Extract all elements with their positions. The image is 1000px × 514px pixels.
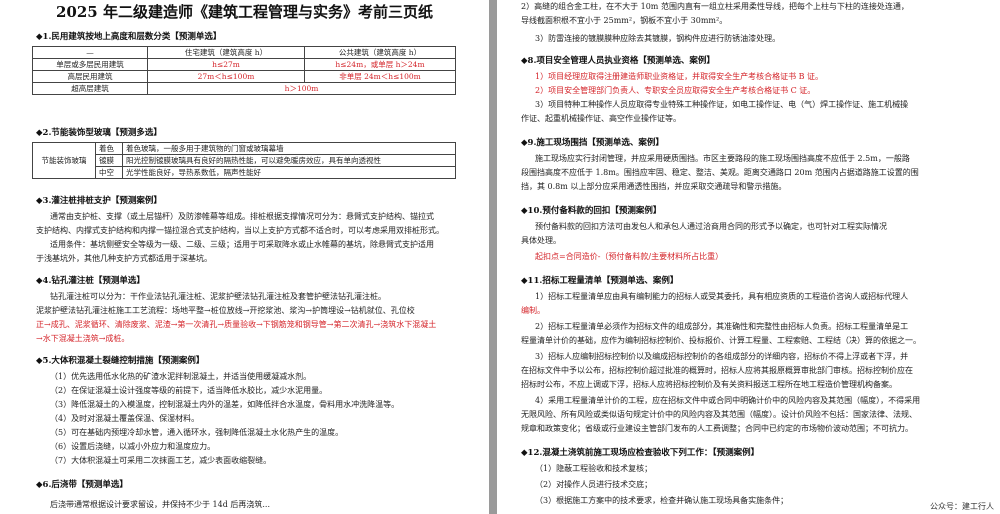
table-cell: 高层民用建筑 bbox=[32, 70, 148, 83]
s11-line: 1）招标工程量清单应由具有编制能力的招标人或受其委托，具有相应资质的工程造价咨询… bbox=[535, 292, 909, 301]
glass-table: 节能装饰玻璃 着色 着色玻璃，一般多用于建筑物的门窗或玻璃幕墙 镀膜 阳光控制镀… bbox=[32, 142, 456, 179]
s3-line: 支护结构、内撑式支护结构和内撑一锚拉混合式支护结构，当以上支护方式都不适合时，可… bbox=[36, 226, 444, 235]
table-cell: 住宅建筑（建筑高度 h） bbox=[147, 46, 305, 59]
s4-line: 钻孔灌注桩可以分为：干作业法钻孔灌注桩、泥浆护壁法钻孔灌注桩及套管护壁法钻孔灌注… bbox=[50, 292, 386, 301]
table-cell: h＞100m bbox=[147, 82, 456, 95]
s10-line: 起扣点=合同造价-（预付备料款/主要材料所占比重） bbox=[535, 252, 724, 261]
table-row: 超高层建筑 h＞100m bbox=[32, 82, 456, 95]
s11-line: 2）招标工程量清单必须作为招标文件的组成部分，其准确性和完整性由招标人负责。招标… bbox=[535, 322, 909, 331]
left-page: 2025 年二级建造师《建筑工程管理与实务》考前三页纸 ◆1.民用建筑按地上高度… bbox=[0, 0, 489, 514]
s5-item: （6）设置后浇缝，以减小外应力和温度应力。 bbox=[50, 442, 216, 451]
s3-line: 通常由支护桩、支撑（或土层锚杆）及防渗帷幕等组成。排桩根据支撑情况可分为：悬臂式… bbox=[50, 212, 434, 221]
s12-item: （2）对操作人员进行技术交底； bbox=[535, 480, 653, 489]
s5-item: （2）在保证混凝土设计强度等级的前提下，适当降低水胶比，减少水泥用量。 bbox=[50, 386, 328, 395]
s11-line: 程量清单计价的基础，应作为编制招标控制价、投标报价、计算工程量、工程索赔、工程结… bbox=[521, 336, 921, 345]
s8-item: 1）项目经理应取得注册建造师职业资格证，并取得安全生产考核合格证书 B 证。 bbox=[535, 72, 824, 81]
table-cell: — bbox=[32, 46, 148, 59]
s5-item: （4）及时对混凝土覆盖保温、保湿材料。 bbox=[50, 414, 200, 423]
height-class-table: — 住宅建筑（建筑高度 h） 公共建筑（建筑高度 h） 单层或多层民用建筑 h≤… bbox=[32, 46, 456, 95]
s4-line: →水下混凝土浇筑→成桩。 bbox=[36, 334, 130, 343]
s11-line: 无限风险、所有风险或类似语句规定计价中的风险内容及其范围（幅度）。设计价风险不包… bbox=[521, 410, 917, 419]
s11-line: 3）招标人应编制招标控制价以及编成招标控制价的各组成部分的详细内容，招标价不得上… bbox=[535, 352, 909, 361]
s11-line: 招标时公布，不应上调或下浮，招标人应将招标控制价及有关资料报送工程所在地工程造价… bbox=[521, 380, 897, 389]
page-title: 2025 年二级建造师《建筑工程管理与实务》考前三页纸 bbox=[56, 3, 433, 21]
s9-line: 段围挡高度不应低于 1.8m。围挡应牢固、稳定、整洁、美观。距离交通路口 20m… bbox=[521, 168, 919, 177]
s10-line: 具体处理。 bbox=[521, 236, 561, 245]
s5-item: （5）可在基础内预埋冷却水管，通入循环水，强制降低混凝土水化热产生的温度。 bbox=[50, 428, 344, 437]
right-page: 2）高缝的组合金工柱，在不大于 10m 范围内直有一组立柱采用柔性导线，把每个上… bbox=[497, 0, 1000, 514]
watermark-text: 公众号：建工行人 bbox=[930, 502, 994, 511]
s8-item: 3）项目特种工种操作人员应取得专业特殊工种操作证，如电工操作证、电（气）焊工操作… bbox=[535, 100, 909, 109]
s1-heading: ◆1.民用建筑按地上高度和层数分类【预测单选】 bbox=[36, 32, 222, 42]
s5-item: （7）大体积混凝土可采用二次抹面工艺，减少表面收缩裂缝。 bbox=[50, 456, 272, 465]
s11-heading: ◆11.招标工程量清单【预测单选、案例】 bbox=[521, 276, 679, 286]
table-cell: 公共建筑（建筑高度 h） bbox=[304, 46, 456, 59]
s3-line: 适用条件：基坑侧壁安全等级为一级、二级、三级；适用于可采取降水或止水帷幕的基坑，… bbox=[50, 240, 434, 249]
s5-heading: ◆5.大体积混凝土裂缝控制措施【预测案例】 bbox=[36, 356, 205, 366]
s9-line: 施工现场应实行封闭管理，并应采用硬质围挡。市区主要路段的施工现场围挡高度不应低于… bbox=[535, 154, 910, 163]
table-row: 高层民用建筑 27m＜h≤100m 非单层 24m＜h≤100m bbox=[32, 70, 456, 83]
s11-line: 在招标文件中予以公布，招标控制价超过批准的概算时，招标人应将其报原概算审批部门审… bbox=[521, 366, 913, 375]
s2-heading: ◆2.节能装饰型玻璃【预测多选】 bbox=[36, 128, 162, 138]
table-cell: 中空 bbox=[95, 166, 123, 179]
table-cell: 阳光控制镀膜玻璃具有良好的隔热性能，可以避免暖房效应，具有单向透视性 bbox=[122, 154, 456, 167]
table-cell: 光学性能良好，导热系数低，隔声性能好 bbox=[122, 166, 456, 179]
s12-heading: ◆12.混凝土浇筑前施工现场应检查验收下列工作：【预测案例】 bbox=[521, 448, 760, 458]
s12-item: （1）隐蔽工程验收和技术复核； bbox=[535, 464, 653, 473]
s3-heading: ◆3.灌注桩排桩支护【预测案例】 bbox=[36, 196, 162, 206]
table-cell: 着色 bbox=[95, 142, 123, 155]
table-cell: 节能装饰玻璃 bbox=[32, 142, 96, 179]
table-cell: 超高层建筑 bbox=[32, 82, 148, 95]
s8-heading: ◆8.项目安全管理人员执业资格【预测单选、案例】 bbox=[521, 56, 715, 66]
s4-line: 正→成孔、泥浆循环、清除废浆、泥渣→第一次清孔→质量验收→下钢筋笼和钢导管→第二… bbox=[36, 320, 437, 329]
s8-item: 2）项目安全管理部门负责人、专职安全员应取得安全生产考核合格证书 C 证。 bbox=[535, 86, 816, 95]
table-cell: 单层或多层民用建筑 bbox=[32, 58, 148, 71]
s8-item: 作证、起重机械操作证、高空作业操作证等。 bbox=[521, 114, 681, 123]
s4-heading: ◆4.钻孔灌注桩【预测单选】 bbox=[36, 276, 145, 286]
s11-line: 规章和政策变化；省级或行业建设主管部门发布的人工费调整；合同中已约定的市场物价波… bbox=[521, 424, 913, 433]
s12-item: （3）根据施工方案中的技术要求，检查并确认施工现场具备实施条件； bbox=[535, 496, 789, 505]
table-cell: h≤27m bbox=[147, 58, 305, 71]
top-line: 导线截面积根不宜小于 25mm²，钢板不宜小于 30mm²。 bbox=[521, 16, 728, 25]
s11-line: 4）采用工程量清单计价的工程，应在招标文件中或合同中明确计价中的风险内容及其范围… bbox=[535, 396, 921, 405]
table-cell: 非单层 24m＜h≤100m bbox=[304, 70, 456, 83]
table-row: — 住宅建筑（建筑高度 h） 公共建筑（建筑高度 h） bbox=[32, 46, 456, 59]
top-line: 2）高缝的组合金工柱，在不大于 10m 范围内直有一组立柱采用柔性导线，把每个上… bbox=[521, 2, 909, 11]
s10-line: 预付备料款的回扣方法可由发包人和承包人通过洽商用合同的形式予以确定，也可针对工程… bbox=[535, 222, 887, 231]
table-cell: 着色玻璃，一般多用于建筑物的门窗或玻璃幕墙 bbox=[122, 142, 456, 155]
table-cell: 27m＜h≤100m bbox=[147, 70, 305, 83]
s5-item: （1）优先选用低水化热的矿渣水泥拌制混凝土，并适当使用缓凝减水剂。 bbox=[50, 372, 312, 381]
table-row: 中空 光学性能良好，导热系数低，隔声性能好 bbox=[33, 166, 456, 179]
s9-heading: ◆9.施工现场围挡【预测单选、案例】 bbox=[521, 138, 664, 148]
table-row: 单层或多层民用建筑 h≤27m h≤24m，或单层 h＞24m bbox=[32, 58, 456, 71]
table-row: 镀膜 阳光控制镀膜玻璃具有良好的隔热性能，可以避免暖房效应，具有单向透视性 bbox=[33, 154, 456, 167]
s6-heading: ◆6.后浇带【预测单选】 bbox=[36, 480, 128, 490]
table-row: 节能装饰玻璃 着色 着色玻璃，一般多用于建筑物的门窗或玻璃幕墙 bbox=[32, 142, 456, 179]
top-line: 3）防雷连接的镀膜膜种应除去其镀膜，钢构件应进行防锈油漆处理。 bbox=[535, 34, 781, 43]
table-cell: h≤24m，或单层 h＞24m bbox=[304, 58, 456, 71]
s9-line: 挡，其 0.8m 以上部分应采用通透性围挡，并应采取交通疏导和警示措施。 bbox=[521, 182, 787, 191]
s10-heading: ◆10.预付备料款的回扣【预测案例】 bbox=[521, 206, 662, 216]
s4-line: 泥浆护壁法钻孔灌注桩施工工艺流程：场地平整→桩位放线→开挖浆池、浆沟→护筒埋设→… bbox=[36, 306, 415, 315]
s3-line: 于浅基坑外，其他几种支护方式都适用于深基坑。 bbox=[36, 254, 212, 263]
s11-line: 编制。 bbox=[521, 306, 545, 315]
s5-item: （3）降低混凝土的入模温度，控制混凝土内外的温差，如降低拌合水温度，骨料用水冲洗… bbox=[50, 400, 400, 409]
table-cell: 镀膜 bbox=[95, 154, 123, 167]
s6-partial: 后浇带通常根据设计要求留设，并保持不少于 14d 后再浇筑... bbox=[50, 500, 271, 509]
